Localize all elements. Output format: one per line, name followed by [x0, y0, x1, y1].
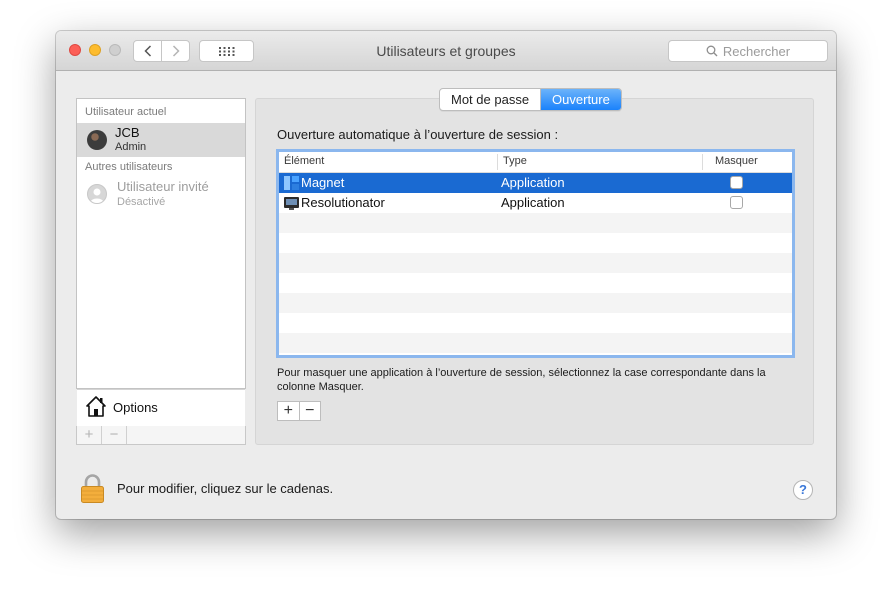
magnet-icon	[284, 176, 299, 190]
window-title: Utilisateurs et groupes	[376, 43, 516, 59]
users-sidebar: Utilisateur actuel JCB Admin Autres util…	[76, 98, 246, 426]
column-header-item[interactable]: Élément	[284, 155, 324, 167]
hide-checkbox[interactable]	[730, 196, 743, 209]
item-type: Application	[501, 175, 565, 190]
guest-user-name: Utilisateur invité	[117, 179, 209, 194]
close-window-button[interactable]	[69, 44, 81, 56]
search-icon	[706, 45, 718, 57]
sidebar-item-guest-user[interactable]: Utilisateur invité Désactivé	[77, 179, 245, 213]
other-users-heading: Autres utilisateurs	[85, 161, 173, 173]
remove-user-button[interactable]: −	[101, 426, 127, 444]
house-icon	[86, 396, 106, 417]
sidebar-add-remove: + −	[76, 426, 246, 445]
login-options-button[interactable]: Options	[77, 389, 245, 426]
login-items-heading: Ouverture automatique à l’ouverture de s…	[277, 127, 559, 142]
guest-avatar-icon	[87, 184, 107, 204]
table-row[interactable]: Magnet Application	[279, 173, 792, 193]
lock-status-text: Pour modifier, cliquez sur le cadenas.	[117, 481, 334, 496]
hide-hint-text: Pour masquer une application à l’ouvertu…	[277, 367, 766, 393]
item-type: Application	[501, 195, 565, 210]
chevron-left-icon	[143, 45, 151, 57]
table-header: Élément Type Masquer	[279, 152, 792, 173]
back-button[interactable]	[134, 41, 161, 61]
add-login-item-button[interactable]: +	[278, 402, 299, 420]
empty-row	[279, 253, 792, 273]
tab-login-items[interactable]: Ouverture	[540, 89, 621, 110]
empty-row	[279, 293, 792, 313]
user-name: JCB	[115, 125, 140, 140]
item-name: Resolutionator	[301, 195, 385, 210]
show-all-button[interactable]	[199, 40, 254, 62]
minimize-window-button[interactable]	[89, 44, 101, 56]
empty-row	[279, 273, 792, 293]
navigation-buttons	[133, 40, 190, 62]
options-label: Options	[113, 400, 158, 415]
title-bar: Utilisateurs et groupes Rechercher	[56, 31, 836, 71]
add-user-button[interactable]: +	[77, 426, 101, 444]
zoom-window-button[interactable]	[109, 44, 121, 56]
login-items-add-remove: + −	[277, 401, 321, 421]
preferences-window: Utilisateurs et groupes Rechercher Utili…	[56, 31, 836, 519]
grid-icon	[218, 46, 234, 56]
sidebar-item-current-user[interactable]: JCB Admin	[77, 123, 245, 157]
lock-icon[interactable]	[80, 474, 105, 504]
search-field[interactable]: Rechercher	[668, 40, 828, 62]
tab-bar: Mot de passe Ouverture	[439, 88, 622, 111]
resolutionator-icon	[284, 197, 299, 210]
table-row[interactable]: Resolutionator Application	[279, 193, 792, 213]
remove-login-item-button[interactable]: −	[298, 402, 321, 420]
empty-row	[279, 233, 792, 253]
item-name: Magnet	[301, 175, 345, 190]
forward-button[interactable]	[161, 41, 189, 61]
column-header-type[interactable]: Type	[503, 155, 527, 167]
avatar	[87, 130, 107, 150]
hide-checkbox[interactable]	[730, 176, 743, 189]
guest-user-status: Désactivé	[117, 196, 166, 208]
empty-row	[279, 213, 792, 233]
login-items-table[interactable]: Élément Type Masquer Magnet Application …	[276, 149, 795, 358]
chevron-right-icon	[172, 45, 180, 57]
empty-row	[279, 333, 792, 353]
help-button[interactable]: ?	[793, 480, 813, 500]
user-role: Admin	[115, 141, 147, 153]
current-user-heading: Utilisateur actuel	[85, 106, 167, 118]
tab-password[interactable]: Mot de passe	[440, 89, 540, 110]
empty-row	[279, 313, 792, 333]
search-placeholder: Rechercher	[722, 43, 791, 59]
column-header-hide[interactable]: Masquer	[715, 155, 758, 167]
